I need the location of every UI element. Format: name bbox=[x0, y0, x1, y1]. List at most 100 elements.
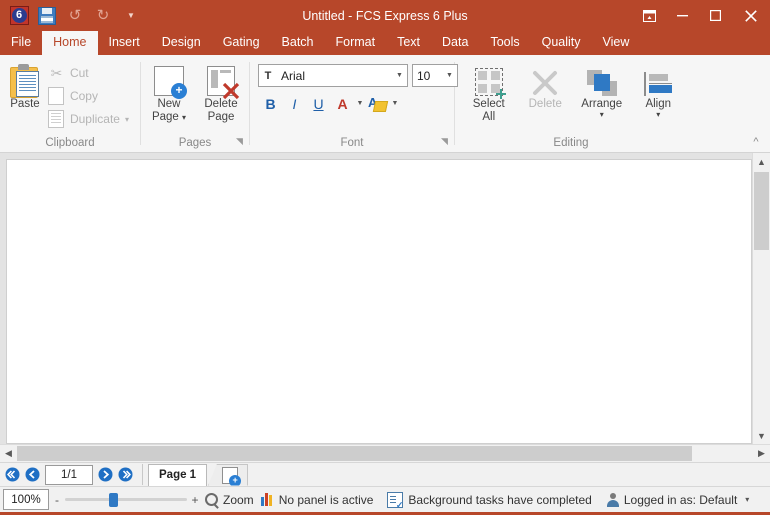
cut-button[interactable]: ✂ Cut bbox=[45, 62, 135, 84]
scroll-down-icon[interactable]: ▼ bbox=[753, 427, 770, 444]
next-page-icon bbox=[98, 467, 113, 482]
panel-status[interactable]: No panel is active bbox=[254, 493, 381, 507]
zoom-in-button[interactable]: + bbox=[187, 493, 203, 507]
new-page-button[interactable]: + New Page ▾ bbox=[146, 59, 192, 124]
font-family-select[interactable]: T Arial ▼ bbox=[258, 64, 408, 87]
chevron-down-icon[interactable]: ▾ bbox=[600, 111, 604, 118]
delete-page-button[interactable]: Delete Page bbox=[198, 59, 244, 124]
next-page-button[interactable] bbox=[96, 465, 115, 484]
user-icon bbox=[606, 493, 619, 507]
zoom-tool-button[interactable]: Zoom bbox=[205, 493, 254, 507]
background-tasks-status[interactable]: Background tasks have completed bbox=[380, 492, 598, 508]
collapse-ribbon-button[interactable]: ^ bbox=[748, 136, 764, 150]
magnifier-icon bbox=[205, 493, 219, 507]
select-all-button[interactable]: Select All bbox=[465, 59, 513, 124]
page-canvas[interactable] bbox=[6, 159, 752, 444]
add-page-icon: + bbox=[222, 467, 238, 484]
font-color-button[interactable]: A bbox=[331, 92, 354, 115]
window-controls bbox=[633, 0, 770, 31]
scroll-right-icon[interactable]: ▶ bbox=[753, 445, 770, 462]
chevron-down-icon[interactable]: ▾ bbox=[656, 111, 660, 118]
vertical-scroll-thumb[interactable] bbox=[754, 172, 769, 250]
ribbon-tab-strip: File Home Insert Design Gating Batch For… bbox=[0, 31, 770, 55]
close-button[interactable] bbox=[732, 0, 770, 31]
ribbon-display-options-button[interactable] bbox=[633, 0, 666, 31]
tab-insert[interactable]: Insert bbox=[98, 31, 151, 55]
chevron-down-icon: ▼ bbox=[127, 11, 135, 20]
zoom-slider[interactable] bbox=[65, 493, 187, 507]
editing-group-label: Editing bbox=[455, 135, 687, 152]
bold-button[interactable]: B bbox=[259, 92, 282, 115]
tab-batch[interactable]: Batch bbox=[271, 31, 325, 55]
chevron-down-icon[interactable]: ▾ bbox=[182, 113, 186, 122]
cut-label: Cut bbox=[70, 66, 89, 80]
new-page-label-1: New bbox=[157, 98, 180, 111]
redo-button[interactable]: ↻ bbox=[90, 4, 116, 28]
document-area: ▲ ▼ bbox=[0, 153, 770, 444]
tab-home[interactable]: Home bbox=[42, 31, 97, 55]
minimize-button[interactable] bbox=[666, 0, 699, 31]
customize-qat-button[interactable]: ▼ bbox=[118, 4, 144, 28]
duplicate-button[interactable]: Duplicate ▾ bbox=[45, 108, 135, 130]
font-size-select[interactable]: 10 ▼ bbox=[412, 64, 458, 87]
horizontal-scroll-track[interactable] bbox=[692, 445, 753, 462]
select-all-label-1: Select bbox=[473, 98, 505, 111]
font-dialog-launcher[interactable]: ◥ bbox=[439, 136, 450, 147]
first-page-button[interactable] bbox=[3, 465, 22, 484]
font-icon: T bbox=[259, 70, 277, 82]
undo-button[interactable]: ↺ bbox=[62, 4, 88, 28]
add-page-tab[interactable]: + bbox=[208, 464, 248, 486]
logged-in-label: Logged in as: Default bbox=[624, 493, 737, 507]
italic-button[interactable]: I bbox=[283, 92, 306, 115]
save-button[interactable] bbox=[34, 4, 60, 28]
chevron-down-icon[interactable]: ▾ bbox=[125, 116, 129, 123]
zoom-slider-thumb[interactable] bbox=[109, 493, 118, 507]
tab-data[interactable]: Data bbox=[431, 31, 479, 55]
copy-button[interactable]: Copy bbox=[45, 85, 135, 107]
tab-text[interactable]: Text bbox=[386, 31, 431, 55]
tab-view[interactable]: View bbox=[592, 31, 641, 55]
tab-file[interactable]: File bbox=[0, 31, 42, 55]
chevron-down-icon[interactable]: ▼ bbox=[392, 66, 407, 86]
scroll-left-icon[interactable]: ◀ bbox=[0, 445, 17, 462]
horizontal-scroll-thumb[interactable] bbox=[17, 446, 692, 461]
pages-dialog-launcher[interactable]: ◥ bbox=[234, 136, 245, 147]
tab-tools[interactable]: Tools bbox=[479, 31, 530, 55]
last-page-button[interactable] bbox=[116, 465, 135, 484]
highlighter-icon: A bbox=[368, 94, 387, 113]
ribbon-group-clipboard: Paste ✂ Cut Copy Duplicate ▾ bbox=[0, 55, 140, 152]
arrange-icon bbox=[587, 62, 617, 96]
highlight-chevron-down-icon[interactable]: ▼ bbox=[390, 92, 400, 115]
align-button[interactable]: Align ▾ bbox=[635, 59, 683, 118]
scroll-up-icon[interactable]: ▲ bbox=[753, 153, 770, 170]
ribbon-group-font: T Arial ▼ 10 ▼ B I U A ▼ bbox=[250, 55, 454, 152]
tab-design[interactable]: Design bbox=[151, 31, 212, 55]
underline-button[interactable]: U bbox=[307, 92, 330, 115]
zoom-out-button[interactable]: - bbox=[49, 493, 65, 507]
tab-format[interactable]: Format bbox=[325, 31, 387, 55]
vertical-scrollbar[interactable]: ▲ ▼ bbox=[752, 153, 770, 444]
maximize-button[interactable] bbox=[699, 0, 732, 31]
tab-gating[interactable]: Gating bbox=[212, 31, 271, 55]
pages-group-label-text: Pages bbox=[179, 137, 212, 149]
last-page-icon bbox=[118, 467, 133, 482]
arrange-button[interactable]: Arrange ▾ bbox=[578, 59, 626, 118]
previous-page-button[interactable] bbox=[23, 465, 42, 484]
app-logo-text: 6 bbox=[10, 6, 29, 25]
page-indicator[interactable]: 1/1 bbox=[45, 465, 93, 485]
chevron-down-icon[interactable]: ▾ bbox=[745, 495, 749, 504]
highlight-color-button[interactable]: A bbox=[366, 92, 389, 115]
font-color-chevron-down-icon[interactable]: ▼ bbox=[355, 92, 365, 115]
zoom-level-value[interactable]: 100% bbox=[3, 489, 49, 510]
paste-button[interactable]: Paste bbox=[5, 59, 45, 111]
delete-button[interactable]: Delete bbox=[522, 59, 570, 111]
previous-page-icon bbox=[25, 467, 40, 482]
first-page-icon bbox=[5, 467, 20, 482]
app-menu-button[interactable]: 6 bbox=[6, 4, 32, 28]
horizontal-scrollbar[interactable]: ◀ ▶ bbox=[0, 444, 770, 462]
vertical-scroll-track[interactable] bbox=[753, 250, 770, 427]
ribbon-options-icon bbox=[643, 10, 656, 22]
page-tab-page-1[interactable]: Page 1 bbox=[148, 464, 207, 486]
logged-in-status[interactable]: Logged in as: Default ▾ bbox=[599, 493, 756, 507]
tab-quality[interactable]: Quality bbox=[531, 31, 592, 55]
